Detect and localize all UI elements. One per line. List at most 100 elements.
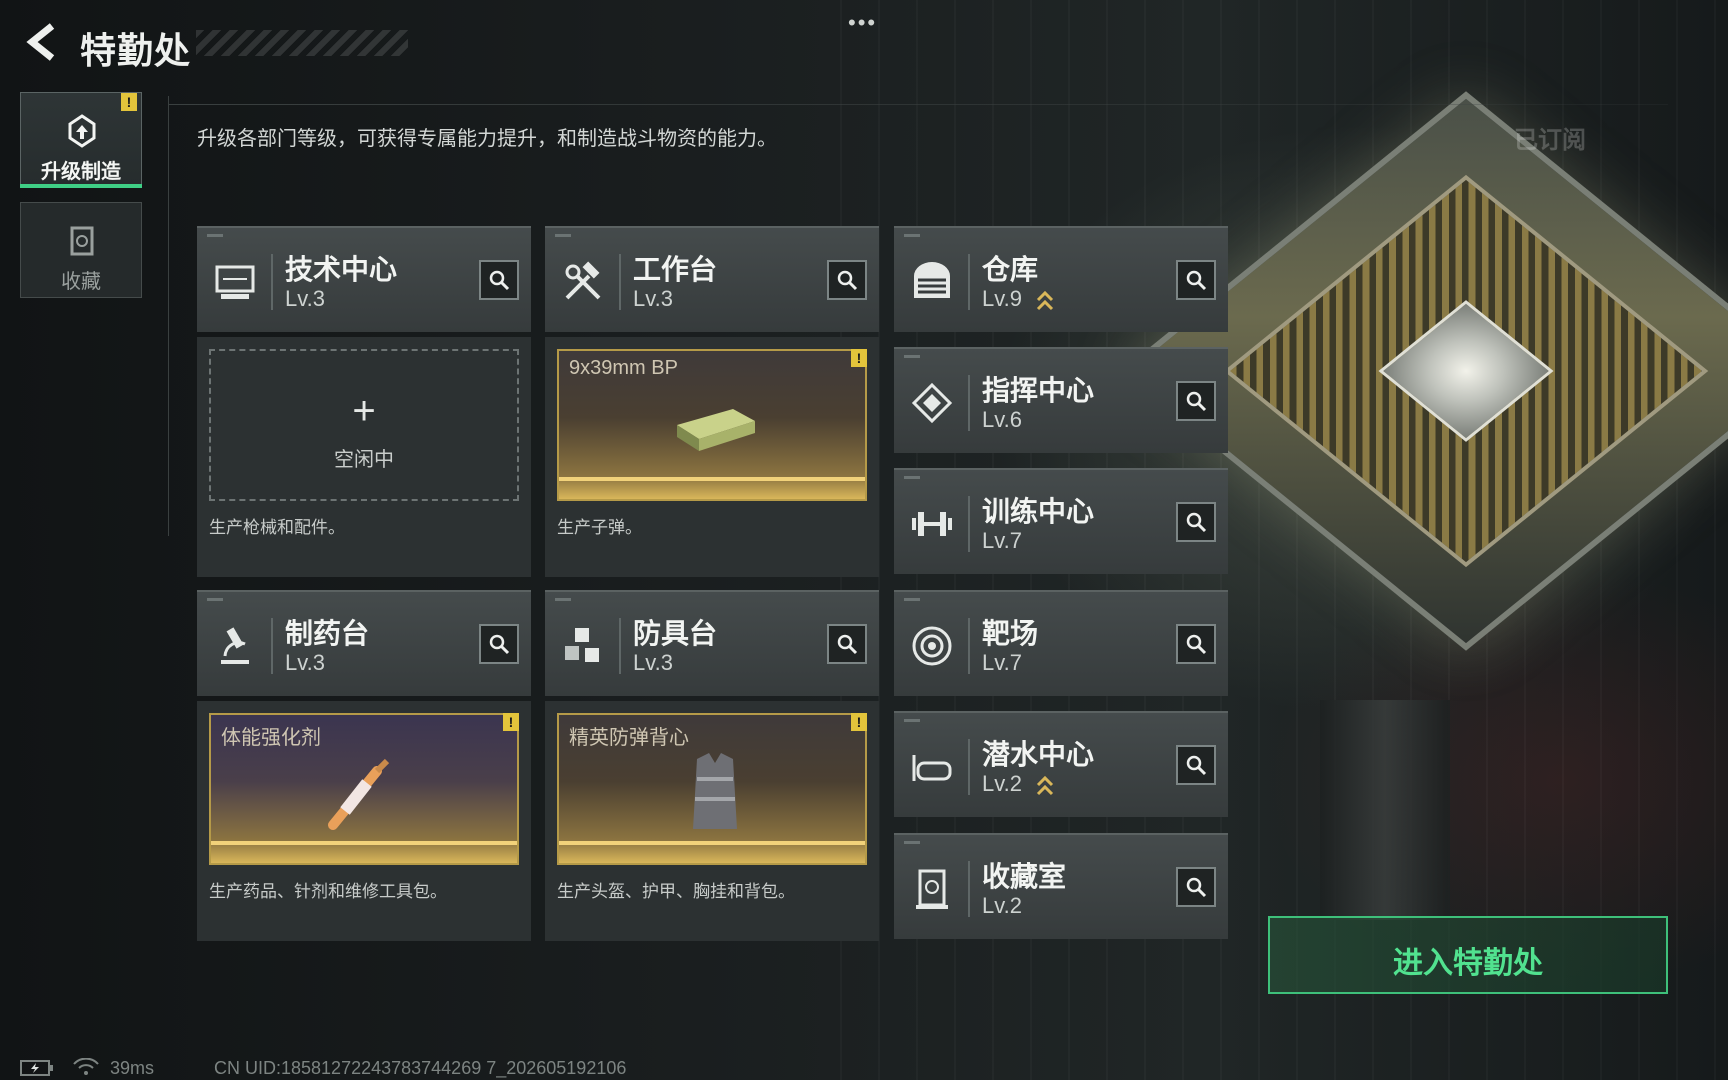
- battery-icon: [20, 1060, 53, 1076]
- product-slot[interactable]: 体能强化剂: [209, 713, 519, 865]
- inspect-button[interactable]: [1176, 745, 1216, 785]
- enter-button-label: 进入特勤处: [1393, 947, 1543, 980]
- chip-icon: [908, 379, 956, 427]
- facility-level: Lv.3: [285, 286, 325, 311]
- production-slot-armor-bench[interactable]: 精英防弹背心 ! 生产头盔、护甲、胸挂和背包。: [545, 701, 879, 941]
- alert-badge: !: [503, 713, 519, 731]
- facility-card-tech-center[interactable]: 技术中心 Lv.3: [197, 226, 531, 332]
- production-description: 生产药品、针剂和维修工具包。: [209, 882, 447, 901]
- divider: [168, 96, 169, 536]
- user-uid: CN UID:18581272243783744269 7_2026051921…: [214, 1058, 627, 1078]
- facility-level: Lv.3: [633, 286, 673, 311]
- alert-badge: !: [851, 349, 867, 367]
- product-name: 精英防弹背心: [569, 727, 689, 749]
- inspect-button[interactable]: [1176, 260, 1216, 300]
- inspect-button[interactable]: [827, 260, 867, 300]
- nav-upgrade-craft[interactable]: 升级制造 !: [20, 92, 142, 188]
- search-icon: [489, 270, 510, 291]
- production-description: 生产枪械和配件。: [209, 518, 345, 537]
- facility-name: 技术中心: [285, 254, 398, 285]
- hammer-wrench-icon: [559, 258, 607, 306]
- facility-name: 仓库: [982, 254, 1039, 285]
- diving-mask-icon: [908, 743, 956, 791]
- facility-name: 训练中心: [982, 496, 1095, 527]
- search-icon: [489, 634, 510, 655]
- collection-room-icon: [908, 865, 956, 913]
- facility-card-collection-room[interactable]: 收藏室 Lv.2: [894, 833, 1228, 939]
- facility-card-diving-center[interactable]: 潜水中心 Lv.2: [894, 711, 1228, 817]
- facility-card-command-center[interactable]: 指挥中心 Lv.6: [894, 347, 1228, 453]
- back-arrow-icon[interactable]: [22, 22, 62, 62]
- inspect-button[interactable]: [1176, 381, 1216, 421]
- facility-name: 防具台: [633, 618, 718, 649]
- production-slot-pharmacy[interactable]: 体能强化剂 ! 生产药品、针剂和维修工具包。: [197, 701, 531, 941]
- facility-card-warehouse[interactable]: 仓库 Lv.9: [894, 226, 1228, 332]
- product-slot[interactable]: 精英防弹背心: [557, 713, 867, 865]
- search-icon: [1186, 634, 1207, 655]
- inspect-button[interactable]: [1176, 624, 1216, 664]
- microscope-icon: [211, 622, 259, 670]
- facility-card-shooting-range[interactable]: 靶场 Lv.7: [894, 590, 1228, 696]
- facility-level: Lv.7: [982, 528, 1022, 553]
- facility-card-armor-bench[interactable]: 防具台 Lv.3: [545, 590, 879, 696]
- upgrade-icon: [64, 113, 100, 149]
- nav-label: 收藏: [61, 271, 101, 293]
- product-name: 9x39mm BP: [569, 357, 678, 379]
- facility-level: Lv.2: [982, 771, 1022, 796]
- facility-name: 靶场: [982, 618, 1039, 649]
- target-icon: [908, 622, 956, 670]
- page-description: 升级各部门等级，可获得专属能力提升，和制造战斗物资的能力。: [197, 128, 777, 150]
- production-slot-workbench[interactable]: 9x39mm BP ! 生产子弹。: [545, 337, 879, 577]
- search-icon: [837, 270, 858, 291]
- dumbbell-icon: [908, 500, 956, 548]
- ammo-box-icon: [677, 409, 755, 451]
- title-decoration: [196, 30, 408, 56]
- facility-level: Lv.7: [982, 650, 1022, 675]
- alert-badge: !: [121, 93, 137, 111]
- production-slot-tech-center[interactable]: + 空闲中 生产枪械和配件。: [197, 337, 531, 577]
- enter-special-ops-button[interactable]: 进入特勤处: [1268, 916, 1668, 994]
- inspect-button[interactable]: [827, 624, 867, 664]
- facility-level: Lv.9: [982, 286, 1022, 311]
- facility-card-pharmacy[interactable]: 制药台 Lv.3: [197, 590, 531, 696]
- more-menu-icon[interactable]: •••: [848, 10, 877, 36]
- facility-name: 收藏室: [982, 861, 1067, 892]
- add-icon: +: [352, 389, 376, 433]
- product-slot[interactable]: 9x39mm BP: [557, 349, 867, 501]
- active-tab-indicator: [20, 184, 142, 188]
- page-title: 特勤处: [80, 30, 192, 71]
- subscribed-watermark: 已订阅: [1514, 127, 1586, 154]
- inspect-button[interactable]: [479, 624, 519, 664]
- collection-icon: [64, 223, 100, 259]
- facility-card-workbench[interactable]: 工作台 Lv.3: [545, 226, 879, 332]
- nav-collection[interactable]: 收藏: [20, 202, 142, 298]
- inspect-button[interactable]: [1176, 867, 1216, 907]
- facility-level: Lv.6: [982, 407, 1022, 432]
- search-icon: [837, 634, 858, 655]
- inspect-button[interactable]: [1176, 502, 1216, 542]
- facility-level: Lv.3: [633, 650, 673, 675]
- facility-name: 工作台: [633, 254, 718, 285]
- pillar-illustration: [1320, 700, 1450, 920]
- search-icon: [1186, 512, 1207, 533]
- upgrade-available-icon: [1036, 290, 1054, 311]
- warehouse-icon: [908, 258, 956, 306]
- facility-name: 潜水中心: [982, 739, 1095, 770]
- inspect-button[interactable]: [479, 260, 519, 300]
- facility-level: Lv.3: [285, 650, 325, 675]
- alert-badge: !: [851, 713, 867, 731]
- production-description: 生产子弹。: [557, 518, 642, 537]
- search-icon: [1186, 270, 1207, 291]
- empty-slot[interactable]: + 空闲中: [209, 349, 519, 501]
- facility-level: Lv.2: [982, 893, 1022, 918]
- facility-card-training-center[interactable]: 训练中心 Lv.7: [894, 468, 1228, 574]
- slot-status: 空闲中: [334, 449, 394, 471]
- facility-name: 制药台: [285, 618, 370, 649]
- upgrade-available-icon: [1036, 775, 1054, 796]
- search-icon: [1186, 877, 1207, 898]
- computer-icon: [211, 258, 259, 306]
- product-name: 体能强化剂: [221, 727, 321, 749]
- cubes-icon: [559, 622, 607, 670]
- nav-label: 升级制造: [41, 161, 121, 183]
- divider: [168, 104, 1668, 105]
